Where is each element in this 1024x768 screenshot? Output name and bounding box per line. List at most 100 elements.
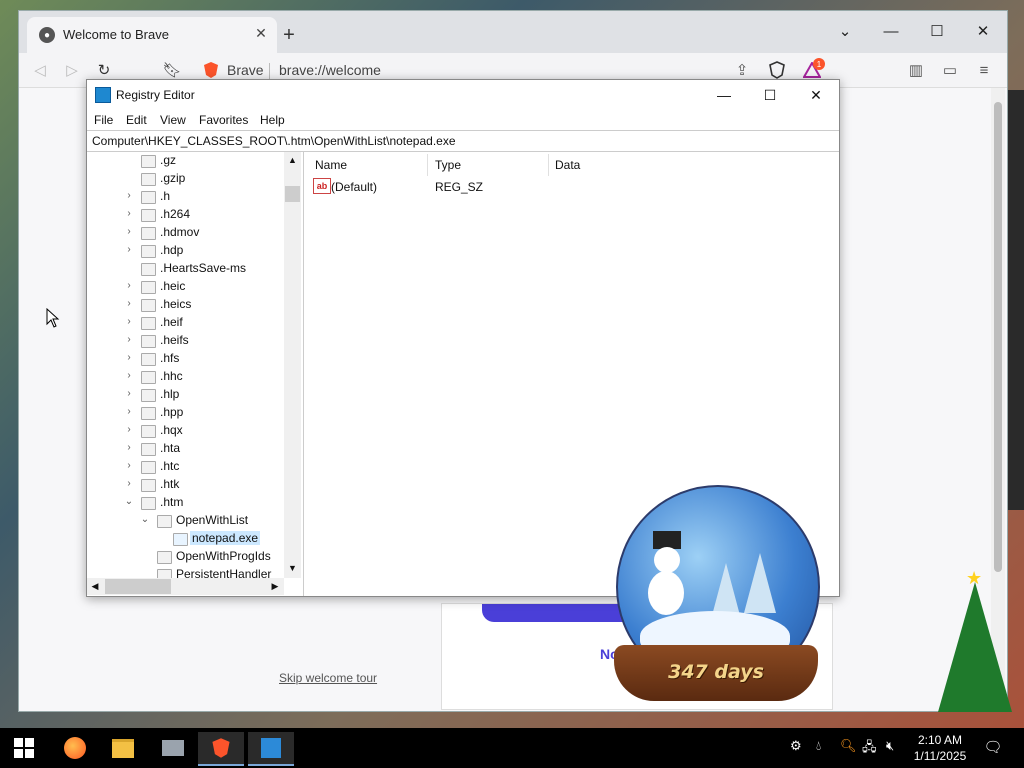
maximize-button[interactable]: ☐ [917,17,957,45]
snow-globe-widget[interactable]: 347 days [610,483,820,708]
menu-help[interactable]: Help [260,113,285,127]
menu-favorites[interactable]: Favorites [199,113,248,127]
reload-icon[interactable]: ↻ [93,59,115,81]
notification-center-icon[interactable]: 🗨︎ [982,736,1004,758]
tree-expander[interactable]: ⌄ [139,514,151,525]
tree-node-label: .HeartsSave-ms [160,261,247,275]
minimize-button[interactable]: — [871,17,911,45]
tree-horizontal-scrollbar[interactable]: ◀ ▶ [87,578,284,595]
tree-expander[interactable]: › [123,316,135,327]
snow-globe-base: 347 days [614,645,818,701]
skip-welcome-tour-link[interactable]: Skip welcome tour [279,671,377,685]
regedit-titlebar[interactable]: Registry Editor — ☐ ✕ [87,80,839,110]
column-separator[interactable] [427,154,428,176]
tree-expander[interactable]: › [123,298,135,309]
tree-node-label: .htm [160,495,184,509]
folder-icon [141,155,156,168]
tree-node-label: OpenWithProgIds [176,549,271,563]
globe-icon: ● [39,27,55,43]
tree-expander[interactable]: › [123,370,135,381]
network-icon[interactable]: 🖧 [862,738,877,760]
tree-node-label: .heifs [160,333,189,347]
folder-icon [141,191,156,204]
wallet-icon[interactable]: ▭ [939,59,961,81]
tab-search-icon[interactable]: ⌄ [825,17,865,45]
close-tab-icon[interactable]: ✕ [251,23,271,43]
page-scroll-thumb[interactable] [994,102,1002,572]
menu-view[interactable]: View [160,113,186,127]
volume-muted-icon[interactable]: 🔇︎ [886,738,894,754]
share-icon[interactable]: ⇪ [731,59,753,81]
tree-expander[interactable]: › [123,244,135,255]
address-bar[interactable]: brave://welcome [279,62,381,78]
tree-expander[interactable]: › [123,208,135,219]
tab-title: Welcome to Brave [63,27,169,42]
search-tray-icon[interactable]: 🔍︎ [840,738,857,754]
scroll-left-icon[interactable]: ◀ [87,578,103,595]
menu-icon[interactable]: ≡ [973,59,995,81]
forward-icon[interactable]: ▷ [61,59,83,81]
scroll-down-icon[interactable]: ▼ [284,560,301,576]
network-app-icon[interactable] [150,732,196,764]
regedit-close-button[interactable]: ✕ [793,80,839,110]
tree-expander[interactable]: › [123,388,135,399]
brave-shields-icon[interactable] [769,61,785,79]
folder-icon [141,371,156,384]
menu-file[interactable]: File [94,113,113,127]
folder-icon [173,533,188,546]
tree-expander[interactable]: › [123,190,135,201]
sidebar-icon[interactable]: ▥ [905,59,927,81]
tree-node-label: .h [160,189,171,203]
brave-label: Brave [227,62,264,78]
column-header-name[interactable]: Name [315,158,347,172]
tree-expander[interactable]: › [123,334,135,345]
tree-expander[interactable]: › [123,280,135,291]
new-tab-button[interactable]: + [277,23,301,47]
scroll-right-icon[interactable]: ▶ [267,578,283,595]
drop-icon[interactable]: 💧︎ [816,738,821,754]
tab-welcome[interactable]: ● Welcome to Brave ✕ [27,17,277,53]
tree-expander[interactable]: › [123,478,135,489]
regedit-taskbar-icon[interactable] [248,732,294,766]
close-window-button[interactable]: ✕ [963,17,1003,45]
bookmark-icon[interactable]: 🔖︎ [161,59,183,81]
tree-expander[interactable]: ⌄ [123,496,135,507]
regedit-maximize-button[interactable]: ☐ [747,80,793,110]
tree-expander[interactable]: › [123,226,135,237]
folder-icon [141,335,156,348]
tree-expander[interactable]: › [123,442,135,453]
folder-icon [141,263,156,276]
folder-open-icon [141,497,156,510]
tray-app-icon[interactable]: ⚙ [790,738,802,754]
tree-vertical-scrollbar[interactable]: ▲ ▼ [284,152,301,578]
tree-vscroll-thumb[interactable] [285,186,300,202]
file-explorer-icon[interactable] [100,732,146,764]
rewards-badge: 1 [813,58,825,70]
column-header-type[interactable]: Type [435,158,461,172]
back-icon[interactable]: ◁ [29,59,51,81]
taskbar-clock[interactable]: 2:10 AM 1/11/2025 [908,732,972,764]
christmas-tree-widget[interactable]: ★ [930,568,1020,728]
brave-shield-icon[interactable] [203,61,219,79]
folder-icon [141,407,156,420]
tree-expander[interactable]: › [123,352,135,363]
tree-expander[interactable]: › [123,460,135,471]
tree-expander[interactable]: › [123,424,135,435]
regedit-minimize-button[interactable]: — [701,80,747,110]
value-type: REG_SZ [435,180,484,194]
menu-edit[interactable]: Edit [126,113,147,127]
scroll-up-icon[interactable]: ▲ [284,152,301,168]
brave-taskbar-icon[interactable] [198,732,244,766]
regedit-address-bar[interactable]: Computer\HKEY_CLASSES_ROOT\.htm\OpenWith… [87,130,839,152]
column-separator[interactable] [548,154,549,176]
url-separator [269,63,270,79]
regedit-menubar: File Edit View Favorites Help [87,110,839,130]
value-row[interactable]: ab [307,178,837,196]
firefox-icon[interactable] [52,732,98,764]
column-header-data[interactable]: Data [555,158,580,172]
brave-rewards-icon[interactable]: 1 [802,58,825,78]
value-name: (Default) [331,180,378,194]
tree-hscroll-thumb[interactable] [105,579,171,594]
windows-start-icon[interactable] [14,738,34,758]
tree-expander[interactable]: › [123,406,135,417]
